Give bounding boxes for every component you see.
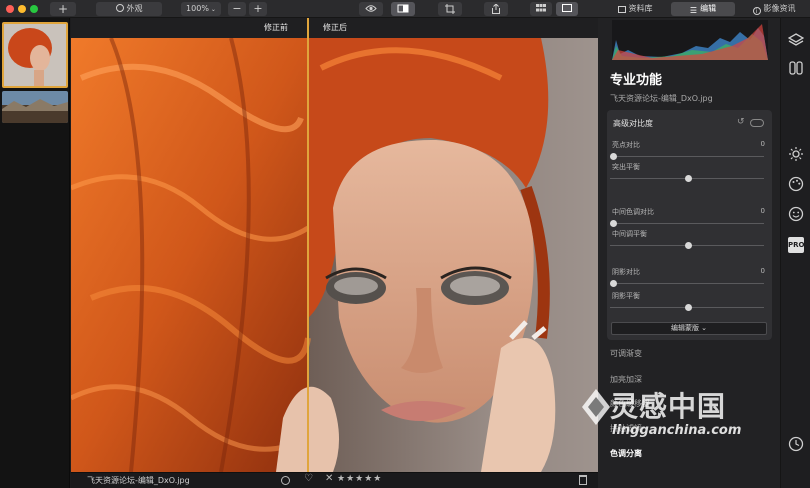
slider-value: 0: [760, 140, 765, 148]
compare-icon: [397, 4, 409, 13]
tab-library-label: 资料库: [628, 4, 653, 13]
watermark-main-text: 灵感中国: [610, 390, 727, 423]
slider-track[interactable]: [610, 223, 764, 224]
pro-icon[interactable]: PRO: [788, 237, 804, 253]
portrait-photo: [71, 38, 598, 472]
slider-label: 阴影平衡: [612, 292, 640, 300]
slider-label: 中间色调对比: [612, 208, 654, 216]
slider-value: 0: [760, 207, 765, 215]
card-title: 高级对比度: [613, 119, 653, 128]
info-icon: i: [752, 7, 761, 15]
zoom-value: 100%: [186, 4, 209, 13]
slider-knob[interactable]: [685, 242, 692, 249]
thumbnail-landscape-image: [2, 91, 68, 123]
single-view-button[interactable]: [556, 2, 578, 16]
slider-track[interactable]: [610, 283, 764, 284]
tab-image-info-label: 影像资讯: [763, 4, 796, 13]
appearance-icon: [115, 4, 124, 12]
tab-library[interactable]: 资料库: [605, 2, 665, 16]
slider-knob[interactable]: [685, 175, 692, 182]
before-label: 修正前: [264, 23, 288, 32]
share-icon: [492, 4, 500, 14]
color-palette-icon[interactable]: [788, 176, 804, 192]
panel-section-item[interactable]: 可调渐变: [610, 348, 642, 359]
slider-label: 中间调平衡: [612, 230, 647, 238]
thumbnail-portrait[interactable]: [2, 22, 68, 88]
minimize-window-button[interactable]: [18, 5, 26, 13]
tab-edit-label: 编辑: [700, 4, 717, 13]
status-bar: 飞天资源论坛-编辑_DxO.jpg ♡ ✕ ★★★★★: [71, 472, 598, 488]
compare-panels-icon[interactable]: [788, 60, 804, 76]
zoom-out-button[interactable]: −: [228, 2, 246, 16]
slider-knob[interactable]: [610, 280, 617, 287]
panel-title: 专业功能: [610, 73, 663, 88]
watermark: 灵感中国 lingganchina.com: [576, 385, 810, 445]
crop-button[interactable]: [438, 2, 462, 16]
crop-icon: [445, 4, 455, 14]
face-icon[interactable]: [788, 206, 804, 222]
label-circle-icon[interactable]: [281, 476, 290, 485]
image-viewer[interactable]: 修正前 修正后: [71, 18, 598, 472]
add-button[interactable]: +: [50, 2, 76, 16]
close-window-button[interactable]: [6, 5, 14, 13]
light-icon[interactable]: [788, 146, 804, 162]
share-button[interactable]: [484, 2, 508, 16]
advanced-contrast-card: 高级对比度 ↺ 亮点对比 0 突出平衡中间色调对比 0 中间调平衡阴影对比 0 阴影平衡 编…: [607, 110, 772, 340]
sliders-icon: ☰: [689, 6, 698, 15]
compare-button[interactable]: [391, 2, 415, 16]
slider-value: 0: [760, 267, 765, 275]
appearance-button[interactable]: 外观: [96, 2, 162, 16]
panel-section-item[interactable]: 加亮加深: [610, 374, 642, 385]
slider-track[interactable]: [610, 156, 764, 157]
toggle-switch[interactable]: [750, 119, 764, 127]
reset-icon[interactable]: ↺: [737, 117, 745, 127]
tab-edit[interactable]: ☰ 编辑: [671, 2, 735, 16]
eye-preview-button[interactable]: [359, 2, 383, 16]
watermark-logo: [582, 389, 610, 425]
slider-knob[interactable]: [610, 220, 617, 227]
reject-icon[interactable]: ✕: [325, 473, 333, 484]
slider-label: 亮点对比: [612, 141, 640, 149]
heart-icon[interactable]: ♡: [304, 473, 313, 484]
status-filename: 飞天资源论坛-编辑_DxO.jpg: [87, 476, 190, 485]
compare-divider-handle[interactable]: [307, 18, 309, 472]
slider-knob[interactable]: [610, 153, 617, 160]
module-tabs: 资料库 ☰ 编辑 i 影像资讯: [601, 0, 810, 18]
zoom-window-button[interactable]: [30, 5, 38, 13]
slider-knob[interactable]: [685, 304, 692, 311]
tab-image-info[interactable]: i 影像资讯: [741, 2, 807, 16]
slider-label: 阴影对比: [612, 268, 640, 276]
panel-section-item[interactable]: 色调分离: [610, 448, 642, 459]
zoom-select[interactable]: 100% ⌄: [181, 2, 221, 16]
thumbnail-portrait-image: [4, 24, 66, 86]
edit-mask-button[interactable]: 编辑蒙版 ⌄: [611, 322, 767, 335]
watermark-url-text: lingganchina.com: [612, 423, 742, 438]
histogram: [612, 20, 768, 60]
thumbnail-landscape[interactable]: [2, 91, 68, 123]
zoom-in-button[interactable]: +: [249, 2, 267, 16]
appearance-label: 外观: [126, 4, 143, 13]
chevron-down-icon: ⌄: [210, 6, 216, 13]
single-view-icon: [562, 4, 572, 12]
top-toolbar: + 外观 100% ⌄ − + 资料库 ☰ 编辑 i 影像资讯: [0, 0, 810, 18]
grid-view-button[interactable]: [530, 2, 552, 16]
grid-icon: [536, 4, 546, 12]
trash-icon[interactable]: [579, 475, 587, 485]
filmstrip: [0, 18, 70, 488]
compare-header: 修正前 修正后: [71, 18, 598, 38]
library-icon: [617, 6, 626, 13]
eye-icon: [365, 5, 377, 12]
panel-filename: 飞天资源论坛-编辑_DxO.jpg: [610, 94, 713, 103]
rating-stars[interactable]: ★★★★★: [337, 474, 382, 484]
after-label: 修正后: [323, 23, 347, 32]
slider-label: 突出平衡: [612, 163, 640, 171]
layers-icon[interactable]: [788, 32, 804, 48]
